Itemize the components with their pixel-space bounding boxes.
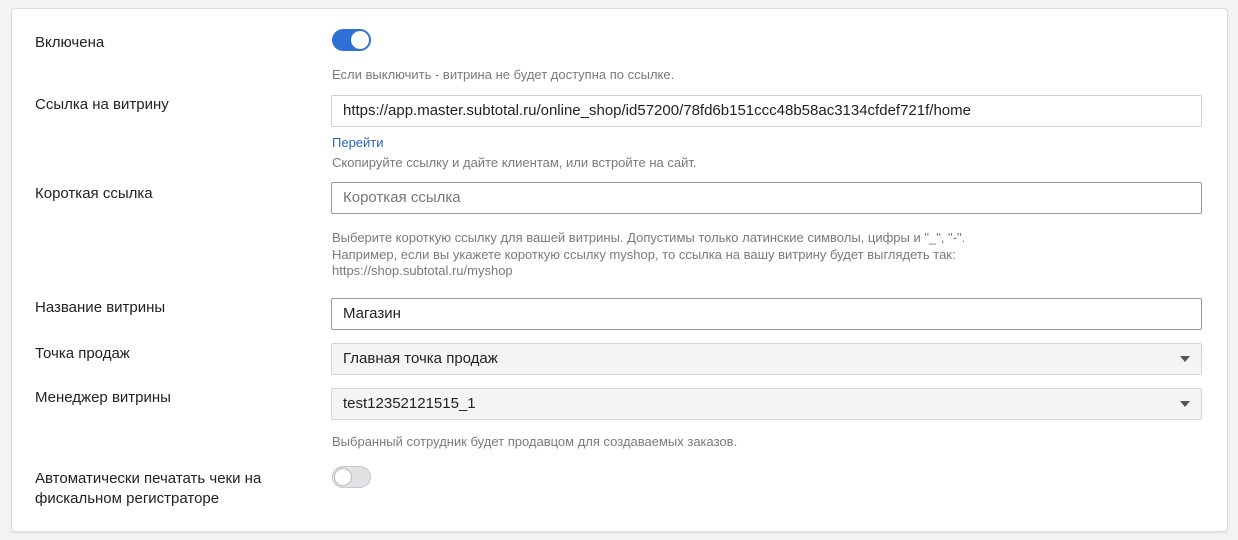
shop-settings-panel: Включена Если выключить - витрина не буд…	[11, 8, 1228, 532]
manager-value: test12352121515_1	[343, 395, 476, 412]
toggle-knob	[334, 468, 352, 486]
auto-print-label-line1: Автоматически печатать чеки на	[35, 470, 262, 487]
shop-link-label: Ссылка на витрину	[35, 96, 169, 113]
short-link-hint-1: Выберите короткую ссылку для вашей витри…	[332, 230, 966, 245]
chevron-down-icon	[1180, 356, 1190, 362]
manager-label: Менеджер витрины	[35, 389, 171, 406]
point-of-sale-select[interactable]: Главная точка продаж	[331, 343, 1202, 375]
enabled-label: Включена	[35, 34, 105, 51]
manager-select[interactable]: test12352121515_1	[331, 388, 1202, 420]
shop-name-label: Название витрины	[35, 299, 166, 316]
auto-print-label-line2: фискальном регистраторе	[35, 490, 220, 507]
chevron-down-icon	[1180, 401, 1190, 407]
manager-hint: Выбранный сотрудник будет продавцом для …	[332, 434, 738, 449]
enabled-hint: Если выключить - витрина не будет доступ…	[332, 67, 675, 82]
point-of-sale-label: Точка продаж	[35, 345, 130, 362]
shop-name-input[interactable]: Магазин	[331, 298, 1202, 330]
point-of-sale-value: Главная точка продаж	[343, 350, 498, 367]
shop-link-field[interactable]: https://app.master.subtotal.ru/online_sh…	[331, 95, 1202, 127]
auto-print-toggle[interactable]	[332, 466, 371, 488]
enabled-toggle[interactable]	[332, 29, 371, 51]
short-link-hint-3: https://shop.subtotal.ru/myshop	[332, 263, 513, 278]
short-link-input[interactable]: Короткая ссылка	[331, 182, 1202, 214]
toggle-knob	[351, 31, 369, 49]
short-link-hint-2: Например, если вы укажете короткую ссылк…	[332, 247, 956, 262]
short-link-label: Короткая ссылка	[35, 185, 153, 202]
go-link[interactable]: Перейти	[332, 135, 384, 151]
shop-link-hint: Скопируйте ссылку и дайте клиентам, или …	[332, 155, 697, 170]
